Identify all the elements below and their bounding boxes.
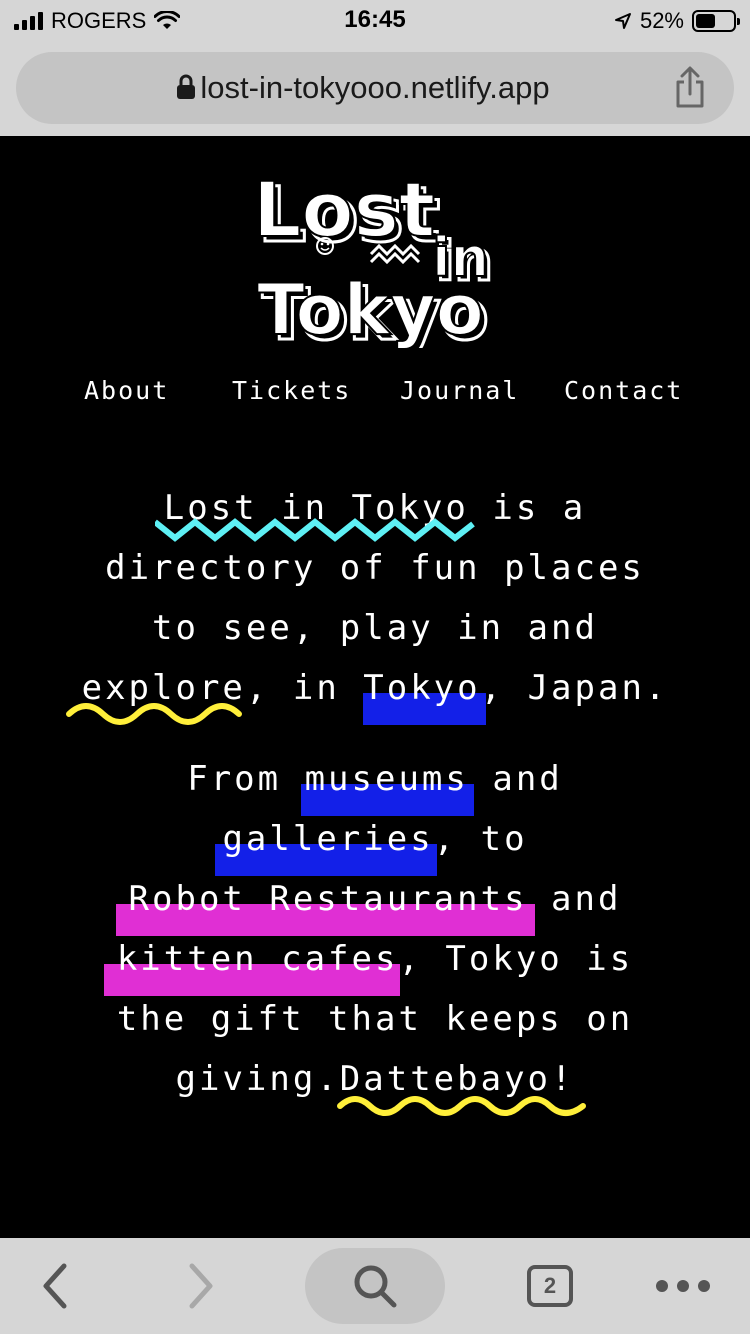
more-button[interactable] xyxy=(648,1238,718,1334)
nav-contact[interactable]: Contact xyxy=(564,376,683,405)
kitten-cafes-link[interactable]: kitten cafes xyxy=(117,939,399,979)
intro-text: is a xyxy=(468,488,587,528)
yellow-wave-underline-2 xyxy=(337,1096,586,1116)
intro-text: , Japan. xyxy=(480,668,669,708)
back-button[interactable] xyxy=(20,1238,90,1334)
share-icon[interactable] xyxy=(672,66,708,110)
intro-text: , in xyxy=(245,668,364,708)
search-icon xyxy=(354,1265,397,1308)
cyan-zigzag-underline xyxy=(155,518,475,542)
url-text[interactable]: lost-in-tokyooo.netlify.app xyxy=(16,70,734,106)
more-dots-icon xyxy=(656,1280,710,1292)
browser-top-chrome: ROGERS 16:45 52% lost-in-tokyooo.netlify… xyxy=(0,0,750,136)
intro-line-2: directory of fun places xyxy=(105,548,645,588)
web-page: Lost Lost in in Tokyo Tokyo About Ticket… xyxy=(0,136,750,1238)
tokyo-link[interactable]: Tokyo xyxy=(363,668,480,708)
body-text: giving. xyxy=(175,1059,340,1099)
tabs-button[interactable]: 2 xyxy=(522,1238,578,1334)
nav-tickets[interactable]: Tickets xyxy=(232,376,351,405)
lost-in-tokyo-logo[interactable]: Lost Lost in in Tokyo Tokyo xyxy=(245,158,505,348)
logo-word-lost: Lost xyxy=(253,165,435,254)
chevron-left-icon xyxy=(43,1263,67,1309)
yellow-wave-underline xyxy=(66,703,242,725)
main-nav: About Tickets Journal Contact xyxy=(0,376,750,416)
nav-journal[interactable]: Journal xyxy=(400,376,519,405)
dattebayo-link[interactable]: Dattebayo! xyxy=(340,1059,575,1099)
body-line-6: giving.Dattebayo! xyxy=(0,1059,750,1099)
tabs-count: 2 xyxy=(543,1273,557,1298)
battery-icon xyxy=(692,10,740,32)
browser-bottom-toolbar: 2 xyxy=(0,1238,750,1334)
body-text: , Tokyo is xyxy=(398,939,634,979)
galleries-link[interactable]: galleries xyxy=(222,819,433,859)
body-text: From xyxy=(187,759,305,799)
body-text: and xyxy=(527,879,622,919)
forward-button[interactable] xyxy=(166,1238,236,1334)
logo-word-tokyo: Tokyo xyxy=(257,269,484,348)
body-line-5: the gift that keeps on xyxy=(116,999,634,1039)
body-text: , to xyxy=(433,819,528,859)
chevron-right-icon xyxy=(189,1263,213,1309)
address-bar[interactable]: lost-in-tokyooo.netlify.app xyxy=(16,52,734,124)
battery-percent: 52% xyxy=(639,8,684,33)
tabs-icon: 2 xyxy=(527,1265,573,1307)
body-text: and xyxy=(468,759,563,799)
body-line-1: From museums and xyxy=(0,759,750,799)
museums-link[interactable]: museums xyxy=(305,759,469,799)
status-bar: ROGERS 16:45 52% xyxy=(0,0,750,40)
body-line-4: kitten cafes, Tokyo is xyxy=(0,939,750,979)
battery-fill xyxy=(696,14,715,28)
body-line-2: galleries, to xyxy=(0,819,750,859)
robot-restaurants-link[interactable]: Robot Restaurants xyxy=(129,879,528,919)
body-line-3: Robot Restaurants and xyxy=(0,879,750,919)
nav-about[interactable]: About xyxy=(84,376,169,405)
location-arrow-icon xyxy=(614,13,631,29)
right-status: 52% xyxy=(614,8,740,34)
search-button[interactable] xyxy=(305,1248,445,1324)
intro-line-3: to see, play in and xyxy=(152,608,598,648)
